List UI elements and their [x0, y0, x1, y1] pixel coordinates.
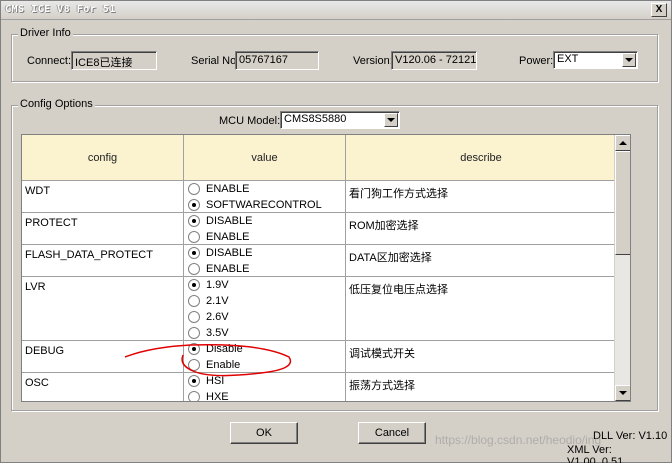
radio-button[interactable]	[188, 295, 200, 307]
close-button[interactable]: X	[651, 3, 667, 17]
radio-label: ENABLE	[206, 231, 250, 243]
power-dropdown-button[interactable]	[622, 53, 636, 67]
radio-button[interactable]	[188, 391, 200, 401]
radio-label: ENABLE	[206, 183, 250, 195]
table-row: FLASH_DATA_PROTECT DISABLE ENABLE DATA区加…	[22, 245, 630, 277]
config-table: config value describe WDT ENABLE SOFTWAR…	[21, 134, 631, 402]
arrow-down-icon	[619, 391, 627, 395]
row-describe: 低压复位电压点选择	[349, 284, 448, 296]
mcu-model-value: CMS8S5880	[284, 113, 347, 125]
radio-option[interactable]: ENABLE	[184, 261, 345, 277]
radio-option[interactable]: 2.1V	[184, 293, 345, 309]
chevron-down-icon	[625, 58, 633, 62]
watermark-text: https://blog.csdn.net/heodio/ing	[435, 433, 602, 447]
radio-option[interactable]: DISABLE	[184, 245, 345, 261]
row-describe: 看门狗工作方式选择	[349, 188, 448, 200]
radio-option[interactable]: ENABLE	[184, 229, 345, 245]
radio-label: 2.6V	[206, 311, 229, 323]
column-header-value: value	[184, 135, 346, 181]
chevron-down-icon	[387, 118, 395, 122]
row-config: PROTECT	[22, 213, 184, 244]
ok-button[interactable]: OK	[230, 422, 298, 444]
version-field: V120.06 - 721210	[391, 51, 477, 70]
title-bar: CMS ICE V8 For 51 X	[1, 1, 671, 20]
row-describe: 振荡方式选择	[349, 380, 415, 392]
cancel-button[interactable]: Cancel	[358, 422, 426, 444]
connect-label: Connect:	[27, 55, 72, 67]
mcu-model-label: MCU Model:	[219, 115, 281, 127]
table-row: DEBUG Disable Enable 调试模式开关	[22, 341, 630, 373]
dialog-window: CMS ICE V8 For 51 X Driver Info Connect:…	[0, 0, 672, 463]
radio-button[interactable]	[188, 327, 200, 339]
row-config: FLASH_DATA_PROTECT	[22, 245, 184, 276]
radio-button-selected[interactable]	[188, 247, 200, 259]
row-value: ENABLE SOFTWARECONTROL	[184, 181, 346, 212]
table-row: PROTECT DISABLE ENABLE ROM加密选择	[22, 213, 630, 245]
radio-button[interactable]	[188, 263, 200, 275]
config-options-legend: Config Options	[18, 98, 95, 110]
radio-button-selected[interactable]	[188, 215, 200, 227]
version-label: Version:	[353, 55, 393, 67]
row-config: WDT	[22, 181, 184, 212]
radio-option[interactable]: 2.6V	[184, 309, 345, 325]
table-row: LVR 1.9V 2.1V 2.6V 3.5V 低压复位电压点选择	[22, 277, 630, 341]
power-select-value: EXT	[557, 53, 579, 65]
power-select[interactable]: EXT	[553, 51, 638, 69]
radio-option[interactable]: SOFTWARECONTROL	[184, 197, 345, 213]
radio-label: 2.1V	[206, 295, 229, 307]
radio-button[interactable]	[188, 183, 200, 195]
radio-label: 1.9V	[206, 279, 229, 291]
column-header-config: config	[22, 135, 184, 181]
radio-label: ENABLE	[206, 263, 250, 275]
scroll-thumb[interactable]	[615, 151, 630, 255]
row-describe: ROM加密选择	[349, 220, 419, 232]
window-title: CMS ICE V8 For 51	[5, 4, 116, 15]
radio-label: SOFTWARECONTROL	[206, 199, 322, 211]
radio-option[interactable]: 1.9V	[184, 277, 345, 293]
radio-button[interactable]	[188, 311, 200, 323]
radio-button-selected[interactable]	[188, 199, 200, 211]
arrow-up-icon	[619, 141, 627, 145]
table-row: WDT ENABLE SOFTWARECONTROL 看门狗工作方式选择	[22, 181, 630, 213]
column-header-describe: describe	[460, 152, 502, 164]
row-value: DISABLE ENABLE	[184, 245, 346, 276]
serial-label: Serial No:	[191, 55, 240, 67]
dll-version: DLL Ver: V1.10	[593, 430, 668, 442]
radio-option[interactable]: DISABLE	[184, 213, 345, 229]
serial-field: 05767167	[235, 51, 319, 70]
driver-info-legend: Driver Info	[18, 27, 73, 39]
vertical-scrollbar[interactable]	[614, 135, 630, 401]
radio-label: DISABLE	[206, 247, 253, 259]
scroll-up-button[interactable]	[615, 135, 630, 151]
connect-field: ICE8已连接	[71, 51, 157, 70]
row-value: 1.9V 2.1V 2.6V 3.5V	[184, 277, 346, 340]
radio-option[interactable]: ENABLE	[184, 181, 345, 197]
annotation-stroke	[124, 344, 292, 377]
row-config: LVR	[22, 277, 184, 340]
row-describe: DATA区加密选择	[349, 252, 432, 264]
table-header: config value describe	[22, 135, 616, 181]
power-label: Power:	[519, 55, 554, 67]
radio-label: 3.5V	[206, 327, 229, 339]
radio-label: HXE	[206, 391, 229, 402]
radio-button[interactable]	[188, 231, 200, 243]
radio-option[interactable]: HXE	[184, 389, 345, 402]
table-row: OSC HSI HXE 振荡方式选择	[22, 373, 630, 402]
scroll-down-button[interactable]	[615, 385, 630, 401]
radio-button-selected[interactable]	[188, 279, 200, 291]
annotation-circle	[124, 344, 292, 377]
mcu-model-select[interactable]: CMS8S5880	[280, 111, 400, 129]
row-describe: 调试模式开关	[349, 348, 415, 360]
radio-label: DISABLE	[206, 215, 253, 227]
row-value: DISABLE ENABLE	[184, 213, 346, 244]
mcu-model-dropdown-button[interactable]	[384, 113, 398, 127]
